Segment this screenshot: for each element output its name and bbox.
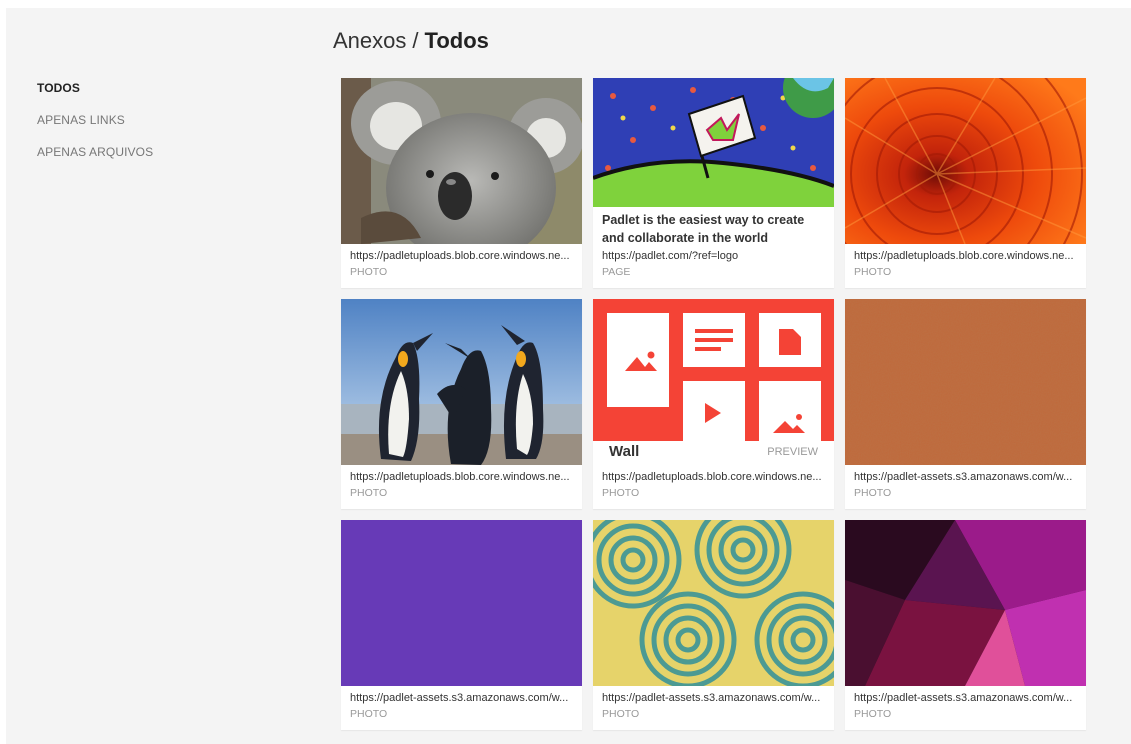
attachment-url[interactable]: https://padlet-assets.s3.amazonaws.com/w… (854, 690, 1078, 706)
penguins-photo-thumbnail (341, 299, 582, 465)
attachment-card[interactable]: https://padlet-assets.s3.amazonaws.com/w… (593, 520, 834, 730)
page-title: Anexos / Todos (333, 28, 489, 54)
attachment-type: PHOTO (854, 266, 892, 278)
attachment-url[interactable]: https://padlet-assets.s3.amazonaws.com/w… (854, 469, 1078, 485)
attachment-type: PHOTO (854, 708, 892, 720)
attachment-meta: https://padletuploads.blob.core.windows.… (854, 248, 1078, 280)
wall-name: Wall (609, 443, 640, 460)
breadcrumb-parent[interactable]: Anexos (333, 28, 406, 53)
padlet-drawing-thumbnail (593, 78, 834, 207)
filter-files-only[interactable]: APENAS ARQUIVOS (37, 145, 153, 159)
attachment-type: PHOTO (854, 487, 892, 499)
filter-all[interactable]: TODOS (37, 81, 153, 95)
purple-polygon-thumbnail (845, 520, 1086, 686)
attachment-meta: https://padlet-assets.s3.amazonaws.com/w… (854, 690, 1078, 722)
attachment-meta: https://padlet-assets.s3.amazonaws.com/w… (602, 690, 826, 722)
attachment-url[interactable]: https://padlet-assets.s3.amazonaws.com/w… (350, 690, 574, 706)
attachment-meta: https://padlet.com/?ref=logo PAGE (602, 248, 826, 280)
attachment-url[interactable]: https://padletuploads.blob.core.windows.… (602, 469, 826, 485)
attachment-meta: https://padletuploads.blob.core.windows.… (350, 469, 574, 501)
attachment-card[interactable]: https://padletuploads.blob.core.windows.… (341, 299, 582, 509)
attachment-type: PHOTO (602, 708, 640, 720)
wall-preview-thumbnail: Wall PREVIEW (593, 299, 834, 465)
attachment-type: PHOTO (350, 708, 388, 720)
attachment-card[interactable]: https://padlet-assets.s3.amazonaws.com/w… (845, 299, 1086, 509)
breadcrumb-current: Todos (424, 28, 489, 53)
brown-texture-thumbnail (845, 299, 1086, 465)
wall-caption-bar: Wall PREVIEW (593, 441, 834, 465)
filter-sidebar: TODOS APENAS LINKS APENAS ARQUIVOS (37, 81, 153, 177)
attachment-type: PAGE (602, 266, 631, 278)
attachment-type: PHOTO (350, 487, 388, 499)
purple-solid-thumbnail (341, 520, 582, 686)
attachment-card[interactable]: https://padletuploads.blob.core.windows.… (845, 78, 1086, 288)
breadcrumb-separator: / (412, 28, 419, 53)
red-flower-photo-thumbnail (845, 78, 1086, 244)
attachment-meta: https://padletuploads.blob.core.windows.… (350, 248, 574, 280)
wall-preview-label: PREVIEW (767, 446, 818, 458)
attachment-meta: https://padlet-assets.s3.amazonaws.com/w… (854, 469, 1078, 501)
attachment-type: PHOTO (350, 266, 388, 278)
attachment-url[interactable]: https://padletuploads.blob.core.windows.… (350, 469, 574, 485)
swirl-pattern-thumbnail (593, 520, 834, 686)
attachment-url[interactable]: https://padlet.com/?ref=logo (602, 248, 826, 264)
koala-photo-thumbnail (341, 78, 582, 244)
attachments-page: Anexos / Todos TODOS APENAS LINKS APENAS A… (6, 8, 1131, 744)
attachment-card[interactable]: https://padlet-assets.s3.amazonaws.com/w… (845, 520, 1086, 730)
attachment-url[interactable]: https://padlet-assets.s3.amazonaws.com/w… (602, 690, 826, 706)
link-title: Padlet is the easiest way to create and … (602, 213, 805, 245)
filter-links-only[interactable]: APENAS LINKS (37, 113, 153, 127)
attachment-card[interactable]: Padlet is the easiest way to create and … (593, 78, 834, 288)
attachment-card[interactable]: Wall PREVIEW https://padletuploads.blob.… (593, 299, 834, 509)
attachment-meta: https://padletuploads.blob.core.windows.… (602, 469, 826, 501)
attachments-grid: https://padletuploads.blob.core.windows.… (341, 78, 1086, 730)
attachment-url[interactable]: https://padletuploads.blob.core.windows.… (854, 248, 1078, 264)
attachment-card[interactable]: https://padlet-assets.s3.amazonaws.com/w… (341, 520, 582, 730)
attachment-card[interactable]: https://padletuploads.blob.core.windows.… (341, 78, 582, 288)
attachment-type: PHOTO (602, 487, 640, 499)
attachment-meta: https://padlet-assets.s3.amazonaws.com/w… (350, 690, 574, 722)
attachment-url[interactable]: https://padletuploads.blob.core.windows.… (350, 248, 574, 264)
